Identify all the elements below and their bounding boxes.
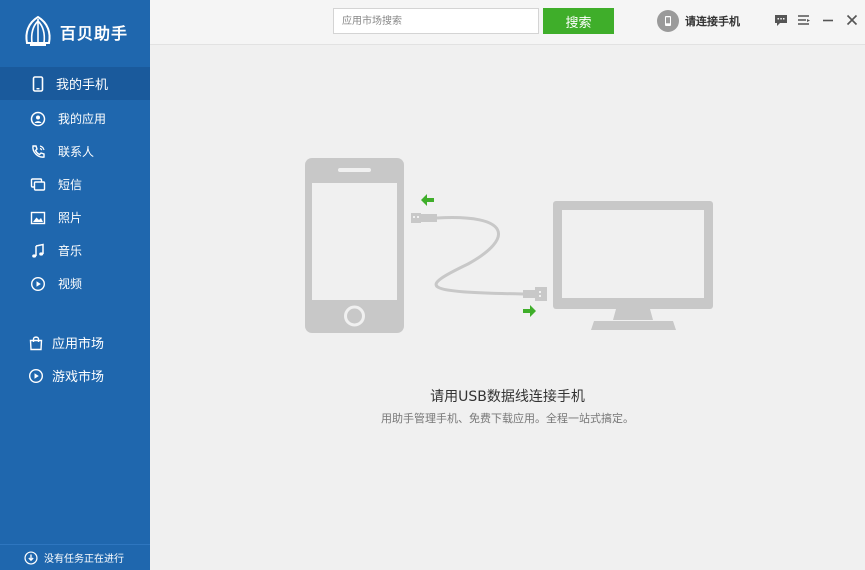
sidebar-item-music[interactable]: 音乐	[0, 234, 150, 267]
sidebar-item-video[interactable]: 视频	[0, 267, 150, 300]
connect-phone-label: 请连接手机	[685, 15, 740, 28]
sidebar-item-my-phone[interactable]: 我的手机	[0, 67, 150, 100]
shell-logo-icon	[25, 15, 51, 46]
top-bar: 搜索 请连接手机	[150, 0, 865, 45]
sidebar-item-label: 我的应用	[58, 112, 107, 126]
sidebar-item-sms[interactable]: 短信	[0, 168, 150, 201]
sidebar-item-label: 联系人	[58, 145, 95, 159]
close-icon[interactable]	[844, 12, 860, 28]
search-input[interactable]	[333, 8, 539, 34]
sidebar-item-label: 我的手机	[56, 78, 109, 93]
sidebar-item-label: 游戏市场	[52, 370, 105, 385]
sidebar-item-game-market[interactable]: 游戏市场	[0, 359, 150, 392]
main-panel: 请用USB数据线连接手机 用助手管理手机、免费下载应用。全程一站式搞定。	[150, 46, 865, 570]
arrow-right-icon	[523, 305, 536, 317]
usb-plug-icon	[411, 213, 437, 223]
sidebar-item-label: 视频	[58, 277, 83, 291]
app-logo: 百贝助手	[22, 15, 128, 49]
arrow-left-icon	[421, 194, 434, 206]
phone-icon	[665, 16, 671, 26]
connect-instruction-subtitle: 用助手管理手机、免费下载应用。全程一站式搞定。	[381, 412, 634, 425]
task-status-text: 没有任务正在进行	[44, 554, 124, 565]
sidebar-item-my-apps[interactable]: 我的应用	[0, 102, 150, 135]
connect-phone-button[interactable]: 请连接手机	[657, 10, 740, 32]
connect-instruction-title: 请用USB数据线连接手机	[430, 389, 585, 405]
menu-icon[interactable]	[796, 12, 812, 28]
sidebar-item-label: 短信	[58, 178, 83, 192]
usb-connection-illustration	[305, 158, 713, 333]
app-name: 百贝助手	[60, 24, 129, 43]
video-icon	[30, 276, 46, 291]
sms-icon	[30, 177, 46, 191]
minimize-icon[interactable]	[820, 12, 836, 28]
bag-icon	[29, 335, 43, 350]
sidebar-item-label: 应用市场	[52, 337, 105, 352]
monitor-illustration-icon	[553, 201, 713, 330]
phone-icon	[32, 75, 44, 92]
sidebar-item-contacts[interactable]: 联系人	[0, 135, 150, 168]
sidebar: 百贝助手 我的手机 我的应用 联系人 短信 照片 音乐 视频 应用市场 游戏市场…	[0, 0, 150, 570]
photo-icon	[30, 211, 46, 224]
apps-icon	[30, 111, 46, 126]
device-avatar	[657, 10, 679, 32]
phone-illustration-icon	[305, 158, 404, 333]
music-icon	[32, 243, 44, 258]
task-status-bar: 没有任务正在进行	[0, 544, 150, 570]
usb-plug-icon-2	[523, 287, 547, 301]
sidebar-item-app-market[interactable]: 应用市场	[0, 326, 150, 359]
play-icon	[28, 368, 44, 383]
sidebar-item-photos[interactable]: 照片	[0, 201, 150, 234]
contacts-icon	[32, 144, 45, 158]
search-button[interactable]: 搜索	[543, 8, 614, 34]
download-icon	[24, 550, 38, 565]
sidebar-item-label: 音乐	[58, 244, 83, 258]
feedback-icon[interactable]	[773, 12, 789, 28]
sidebar-item-label: 照片	[58, 211, 83, 225]
